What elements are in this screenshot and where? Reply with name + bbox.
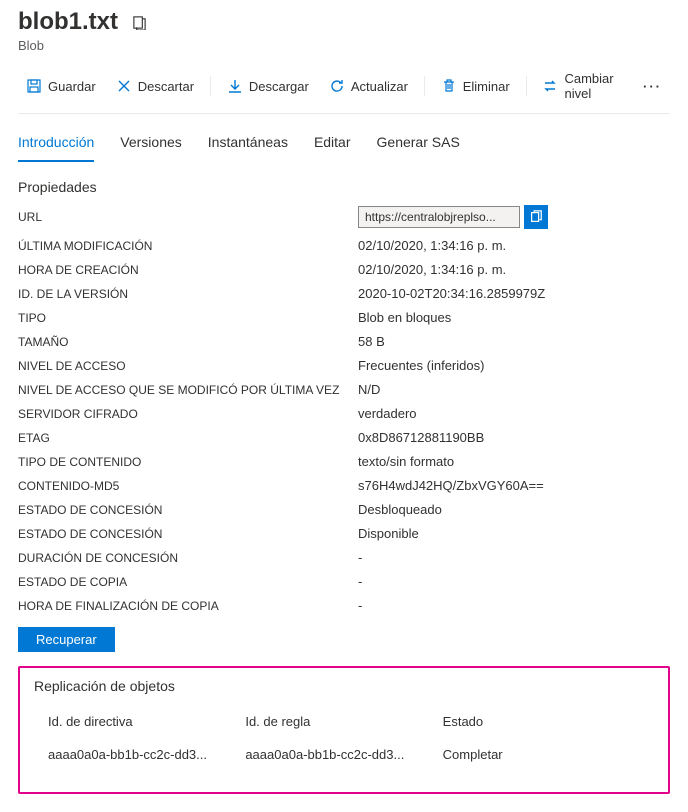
prop-label: ESTADO DE CONCESIÓN (18, 527, 358, 541)
prop-value: verdadero (358, 406, 670, 421)
save-label: Guardar (48, 79, 96, 94)
prop-label: TIPO DE CONTENIDO (18, 455, 358, 469)
prop-value: Frecuentes (inferidos) (358, 358, 670, 373)
refresh-label: Actualizar (351, 79, 408, 94)
discard-icon (116, 78, 132, 94)
col-policy-id: Id. de directiva (48, 714, 245, 729)
prop-value: 02/10/2020, 1:34:16 p. m. (358, 262, 670, 277)
download-button[interactable]: Descargar (219, 74, 317, 98)
prop-value: s76H4wdJ42HQ/ZbxVGY60A== (358, 478, 670, 493)
tab-edit[interactable]: Editar (314, 128, 351, 162)
pin-icon[interactable] (132, 15, 147, 30)
save-icon (26, 78, 42, 94)
refresh-icon (329, 78, 345, 94)
toolbar: Guardar Descartar Descargar Actualizar (18, 67, 670, 114)
prop-value: - (358, 550, 670, 565)
save-button[interactable]: Guardar (18, 74, 104, 98)
prop-value: Blob en bloques (358, 310, 670, 325)
prop-label: HORA DE FINALIZACIÓN DE COPIA (18, 599, 358, 613)
delete-icon (441, 78, 457, 94)
prop-label: SERVIDOR CIFRADO (18, 407, 358, 421)
prop-value: 58 B (358, 334, 670, 349)
cell-policy-id: aaaa0a0a-bb1b-cc2c-dd3... (48, 747, 245, 762)
prop-value: - (358, 574, 670, 589)
prop-label: HORA DE CREACIÓN (18, 263, 358, 277)
copy-icon (529, 210, 543, 224)
replication-title: Replicación de objetos (34, 678, 654, 694)
prop-label: ÚLTIMA MODIFICACIÓN (18, 239, 358, 253)
page-title: blob1.txt (18, 8, 118, 36)
prop-label: ESTADO DE COPIA (18, 575, 358, 589)
download-icon (227, 78, 243, 94)
tab-generate-sas[interactable]: Generar SAS (377, 128, 460, 162)
cell-rule-id: aaaa0a0a-bb1b-cc2c-dd3... (245, 747, 442, 762)
tabs: Introducción Versiones Instantáneas Edit… (18, 128, 670, 163)
prop-value: 0x8D86712881190BB (358, 430, 670, 445)
col-status: Estado (443, 714, 640, 729)
undelete-button[interactable]: Recuperar (18, 627, 115, 652)
copy-url-button[interactable] (524, 205, 548, 229)
prop-label: CONTENIDO-MD5 (18, 479, 358, 493)
prop-label: TIPO (18, 311, 358, 325)
divider (526, 76, 527, 96)
table-row: aaaa0a0a-bb1b-cc2c-dd3... aaaa0a0a-bb1b-… (34, 735, 654, 774)
col-rule-id: Id. de regla (245, 714, 442, 729)
tab-snapshots[interactable]: Instantáneas (208, 128, 288, 162)
discard-button[interactable]: Descartar (108, 74, 202, 98)
url-value[interactable]: https://centralobjreplso... (358, 206, 520, 228)
prop-value: 2020-10-02T20:34:16.2859979Z (358, 286, 670, 301)
change-tier-icon (542, 78, 558, 94)
divider (424, 76, 425, 96)
object-replication-section: Replicación de objetos Id. de directiva … (18, 666, 670, 794)
properties-grid: URL https://centralobjreplso... ÚLTIMA M… (18, 205, 670, 613)
more-button[interactable]: ··· (635, 75, 670, 98)
prop-label: ID. DE LA VERSIÓN (18, 287, 358, 301)
tab-overview[interactable]: Introducción (18, 128, 94, 162)
prop-value: texto/sin formato (358, 454, 670, 469)
prop-label: TAMAÑO (18, 335, 358, 349)
change-tier-button[interactable]: Cambiar nivel (534, 67, 631, 105)
discard-label: Descartar (138, 79, 194, 94)
delete-button[interactable]: Eliminar (433, 74, 518, 98)
prop-label-url: URL (18, 210, 358, 224)
prop-value: Desbloqueado (358, 502, 670, 517)
prop-value: Disponible (358, 526, 670, 541)
prop-value: - (358, 598, 670, 613)
prop-label: DURACIÓN DE CONCESIÓN (18, 551, 358, 565)
tab-versions[interactable]: Versiones (120, 128, 181, 162)
delete-label: Eliminar (463, 79, 510, 94)
prop-value: 02/10/2020, 1:34:16 p. m. (358, 238, 670, 253)
divider (210, 76, 211, 96)
page-subtitle: Blob (18, 38, 670, 53)
download-label: Descargar (249, 79, 309, 94)
prop-label: NIVEL DE ACCESO QUE SE MODIFICÓ POR ÚLTI… (18, 383, 358, 397)
refresh-button[interactable]: Actualizar (321, 74, 416, 98)
cell-status: Completar (443, 747, 640, 762)
prop-label: ESTADO DE CONCESIÓN (18, 503, 358, 517)
prop-value: N/D (358, 382, 670, 397)
prop-label: ETAG (18, 431, 358, 445)
replication-table: Id. de directiva Id. de regla Estado aaa… (34, 708, 654, 774)
prop-label: NIVEL DE ACCESO (18, 359, 358, 373)
change-tier-label: Cambiar nivel (564, 71, 623, 101)
section-properties: Propiedades (18, 179, 670, 195)
